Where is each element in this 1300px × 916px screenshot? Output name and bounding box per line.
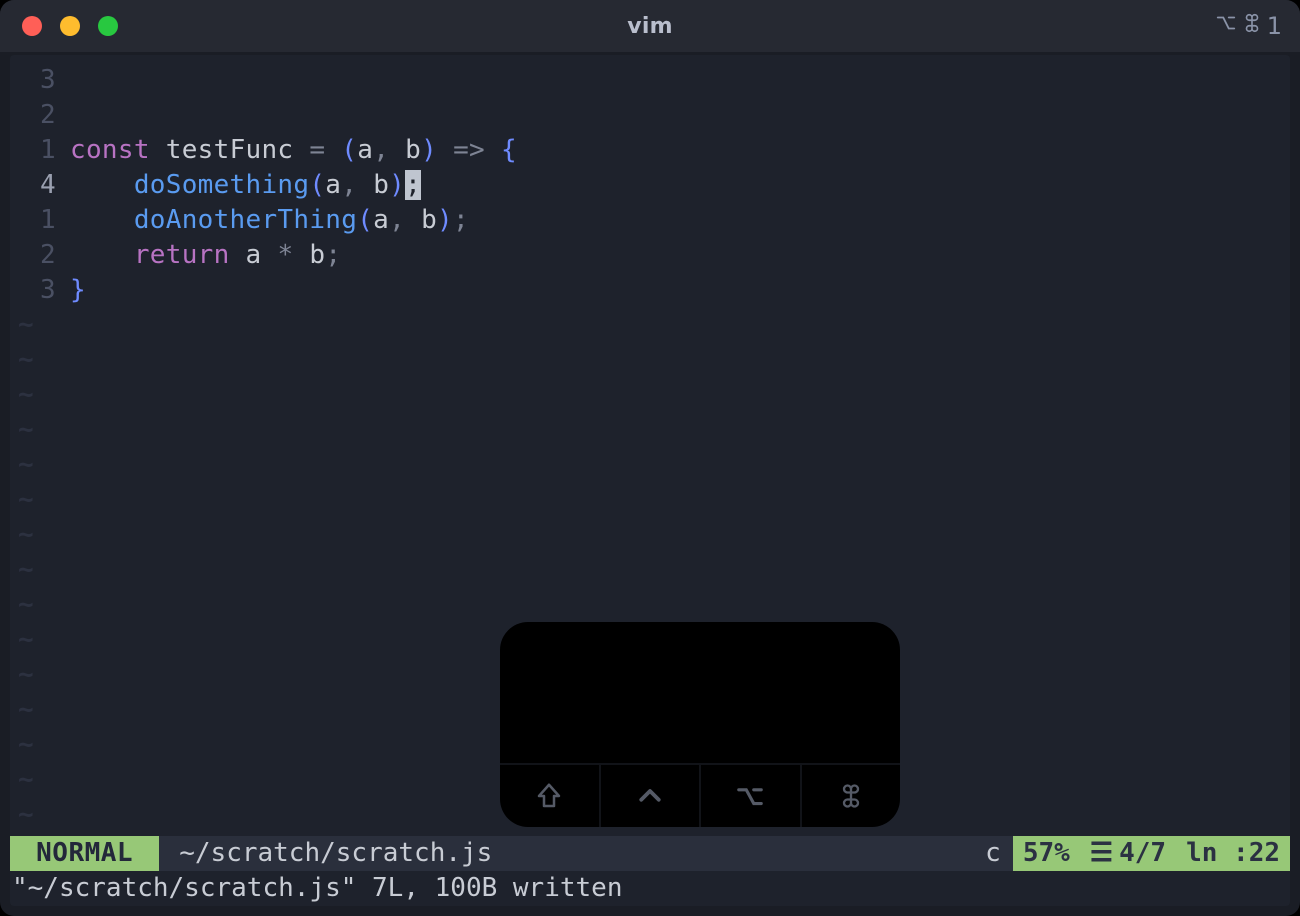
code-line[interactable]: 2	[10, 98, 1290, 133]
empty-line-marker: ~	[10, 343, 1290, 378]
keycast-modifier-row	[500, 763, 900, 827]
option-icon	[1215, 12, 1237, 40]
option-modifier-indicator	[699, 765, 800, 827]
code-line[interactable]: 1 doAnotherThing(a, b);	[10, 203, 1290, 238]
code-line[interactable]: 2 return a * b;	[10, 238, 1290, 273]
empty-line-marker: ~	[10, 378, 1290, 413]
terminal-surface[interactable]: 321const testFunc = (a, b) => {4 doSomet…	[10, 55, 1290, 906]
code-content[interactable]: const testFunc = (a, b) => {	[70, 133, 517, 168]
control-modifier-indicator	[599, 765, 700, 827]
zoom-window-button[interactable]	[98, 16, 118, 36]
statusline-percent: 57%	[1023, 836, 1070, 871]
code-line[interactable]: 3}	[10, 273, 1290, 308]
line-number: 3	[10, 63, 70, 98]
empty-line-marker: ~	[10, 483, 1290, 518]
window-shortcut-indicator: 1	[1215, 12, 1282, 40]
window-controls	[22, 16, 118, 36]
option-icon	[735, 781, 765, 811]
cursor: ;	[405, 170, 421, 200]
shift-modifier-indicator	[500, 765, 599, 827]
keycast-display	[500, 622, 900, 763]
line-number: 2	[10, 238, 70, 273]
line-number: 1	[10, 133, 70, 168]
code-content[interactable]: }	[70, 273, 86, 308]
shift-icon	[534, 781, 564, 811]
control-icon	[635, 781, 665, 811]
keycast-overlay	[500, 622, 900, 827]
window-title: vim	[0, 14, 1300, 39]
code-content[interactable]: doSomething(a, b);	[70, 168, 421, 203]
command-modifier-indicator	[800, 765, 901, 827]
vim-statusline: NORMAL ~/scratch/scratch.js c 57% ☰ 4/7 …	[10, 836, 1290, 871]
window-shortcut-number: 1	[1267, 12, 1282, 40]
statusline-position: 57% ☰ 4/7 ln :22	[1013, 836, 1290, 871]
statusline-pending-op: c	[985, 836, 1013, 871]
vim-mode-indicator: NORMAL	[10, 836, 159, 871]
code-content[interactable]: return a * b;	[70, 238, 341, 273]
line-number: 2	[10, 98, 70, 133]
line-number: 4	[10, 168, 70, 203]
code-line[interactable]: 4 doSomething(a, b);	[10, 168, 1290, 203]
code-line[interactable]: 3	[10, 63, 1290, 98]
empty-line-marker: ~	[10, 518, 1290, 553]
terminal-window: vim 1 321const testFunc = (a, b) => {4 d…	[0, 0, 1300, 916]
empty-line-marker: ~	[10, 588, 1290, 623]
statusline-file-path: ~/scratch/scratch.js	[159, 836, 985, 871]
hamburger-icon: ☰	[1090, 836, 1113, 871]
close-window-button[interactable]	[22, 16, 42, 36]
line-number: 1	[10, 203, 70, 238]
empty-line-marker: ~	[10, 448, 1290, 483]
command-icon	[837, 782, 865, 810]
statusline-column: ln :22	[1186, 836, 1280, 871]
empty-line-marker: ~	[10, 553, 1290, 588]
minimize-window-button[interactable]	[60, 16, 80, 36]
empty-line-marker: ~	[10, 308, 1290, 343]
statusline-line-ratio: 4/7	[1119, 836, 1166, 871]
command-icon	[1241, 12, 1263, 40]
empty-line-marker: ~	[10, 413, 1290, 448]
code-content[interactable]: doAnotherThing(a, b);	[70, 203, 469, 238]
code-line[interactable]: 1const testFunc = (a, b) => {	[10, 133, 1290, 168]
window-titlebar: vim 1	[0, 0, 1300, 52]
vim-message-line: "~/scratch/scratch.js" 7L, 100B written	[10, 871, 1290, 906]
line-number: 3	[10, 273, 70, 308]
